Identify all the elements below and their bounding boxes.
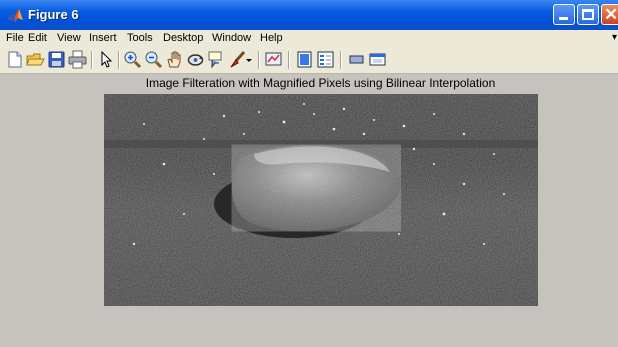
figure-window: Figure 6 ✕ File Edit View Insert Tools D… xyxy=(0,0,618,347)
toolbar-separator xyxy=(340,51,342,69)
matlab-logo-icon xyxy=(7,9,23,22)
menu-insert[interactable]: Insert xyxy=(89,32,117,44)
colorbar-icon[interactable] xyxy=(295,50,314,69)
zoom-out-icon[interactable] xyxy=(144,50,163,69)
maximize-icon xyxy=(582,9,594,20)
open-file-icon[interactable] xyxy=(26,50,45,69)
brush-dropdown-icon[interactable] xyxy=(244,50,254,69)
menu-tools[interactable]: Tools xyxy=(127,32,153,44)
edit-plot-arrow-icon[interactable] xyxy=(96,50,115,69)
menu-overflow-icon[interactable]: ▾ xyxy=(612,32,617,43)
zoom-in-icon[interactable] xyxy=(123,50,142,69)
pan-hand-icon[interactable] xyxy=(165,50,184,69)
toolbar-separator xyxy=(118,51,120,69)
menu-edit[interactable]: Edit xyxy=(28,32,47,44)
menu-window[interactable]: Window xyxy=(212,32,251,44)
title-bar[interactable]: Figure 6 ✕ xyxy=(0,0,618,30)
close-button[interactable]: ✕ xyxy=(601,4,618,25)
figure-title: Image Filteration with Magnified Pixels … xyxy=(145,76,496,90)
hide-plot-tools-icon[interactable] xyxy=(347,50,366,69)
maximize-button[interactable] xyxy=(577,4,599,25)
filtered-image xyxy=(104,94,538,306)
minimize-icon xyxy=(559,17,568,20)
show-plot-tools-icon[interactable] xyxy=(368,50,387,69)
save-figure-icon[interactable] xyxy=(47,50,66,69)
data-cursor-icon[interactable] xyxy=(207,50,226,69)
menu-view[interactable]: View xyxy=(57,32,81,44)
legend-icon[interactable] xyxy=(316,50,335,69)
print-figure-icon[interactable] xyxy=(68,50,87,69)
figure-toolbar xyxy=(0,47,618,74)
rotate-3d-icon[interactable] xyxy=(186,50,205,69)
menu-file[interactable]: File xyxy=(6,32,24,44)
new-figure-icon[interactable] xyxy=(5,50,24,69)
toolbar-separator xyxy=(258,51,260,69)
link-plot-icon[interactable] xyxy=(264,50,283,69)
toolbar-separator xyxy=(288,51,290,69)
window-title: Figure 6 xyxy=(28,7,79,22)
menu-bar: File Edit View Insert Tools Desktop Wind… xyxy=(0,30,618,47)
menu-desktop[interactable]: Desktop xyxy=(163,32,203,44)
close-icon: ✕ xyxy=(604,5,618,24)
menu-help[interactable]: Help xyxy=(260,32,283,44)
minimize-button[interactable] xyxy=(553,4,575,25)
toolbar-separator xyxy=(91,51,93,69)
